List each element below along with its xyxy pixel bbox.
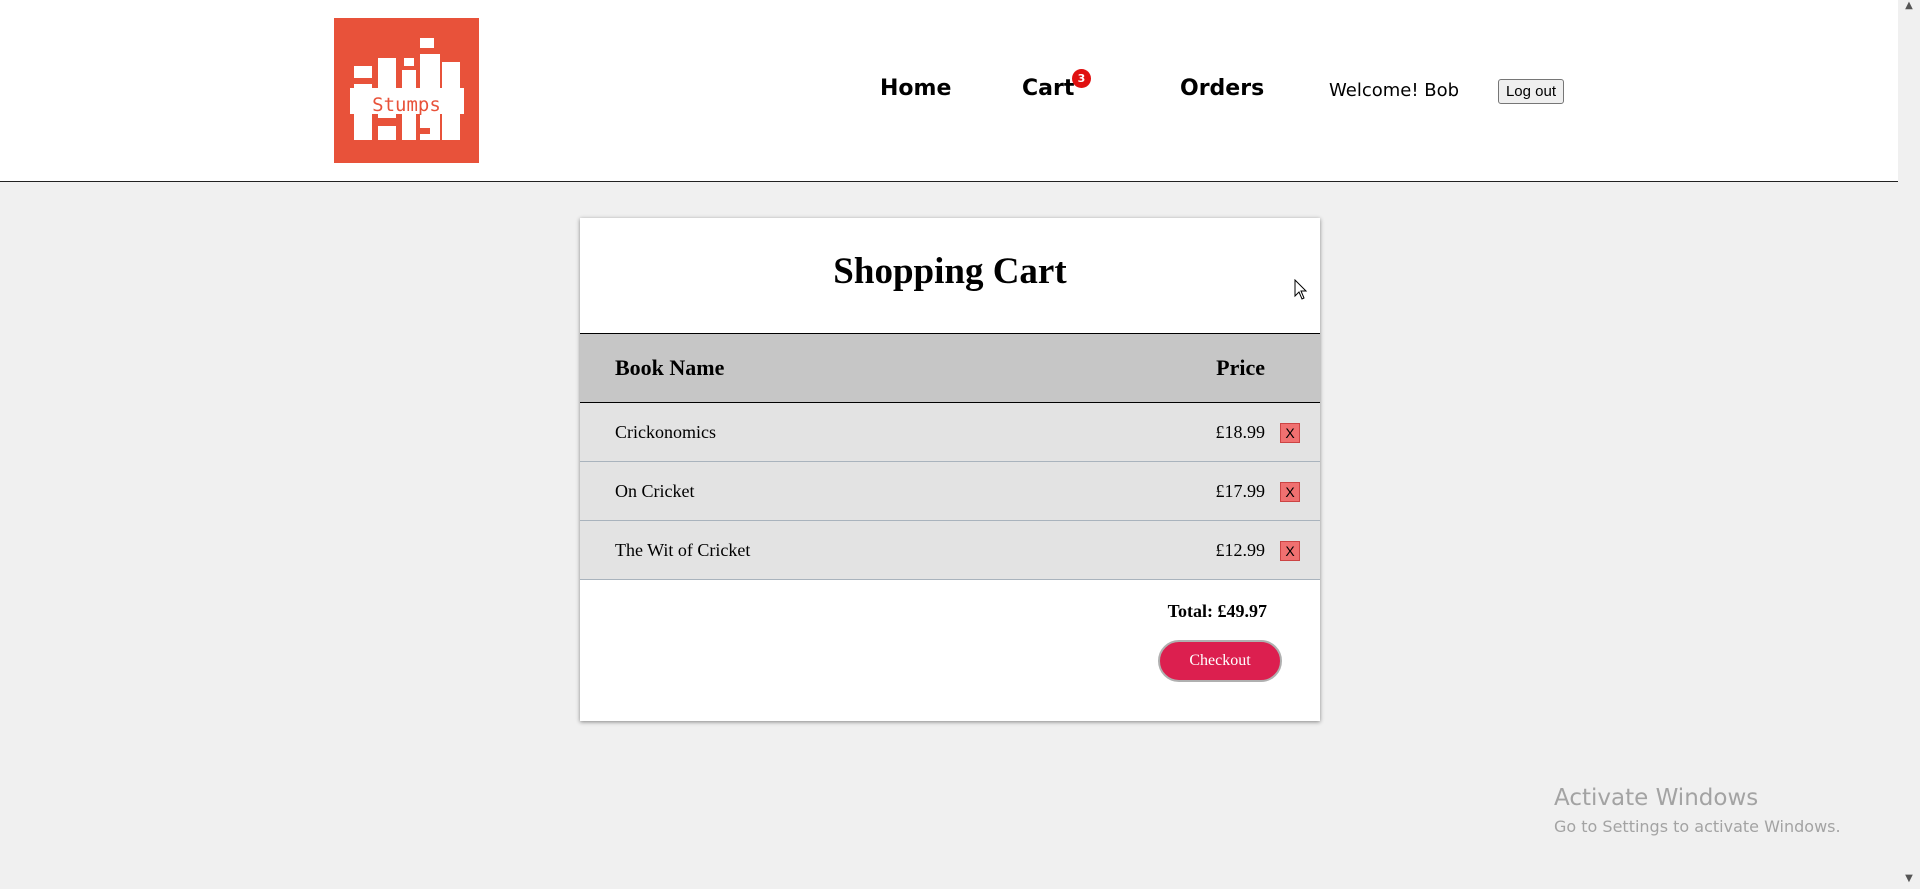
vertical-scrollbar[interactable]: ▲ ▼	[1898, 0, 1920, 889]
remove-item-button[interactable]: X	[1280, 423, 1300, 443]
watermark-subtitle: Go to Settings to activate Windows.	[1554, 817, 1841, 836]
book-price: £12.99	[1215, 540, 1266, 560]
stumps-logo[interactable]: Stumps	[334, 18, 479, 163]
table-row: On Cricket £17.99 X	[580, 462, 1320, 521]
remove-item-button[interactable]: X	[1280, 482, 1300, 502]
cart-table-header: Book Name Price	[580, 333, 1320, 403]
table-row: Crickonomics £18.99 X	[580, 403, 1320, 462]
site-header: Stumps Home Cart 3 Orders Welcome! Bob L…	[0, 0, 1898, 182]
shopping-cart-panel: Shopping Cart Book Name Price Crickonomi…	[580, 218, 1320, 721]
book-price: £17.99	[1215, 481, 1266, 501]
nav-home-link[interactable]: Home	[880, 76, 951, 101]
cart-title: Shopping Cart	[833, 251, 1067, 292]
book-price: £18.99	[1215, 422, 1266, 442]
remove-item-button[interactable]: X	[1280, 541, 1300, 561]
logo-text: Stumps	[372, 94, 441, 116]
book-name: On Cricket	[615, 481, 695, 501]
table-row: The Wit of Cricket £12.99 X	[580, 521, 1320, 580]
mouse-cursor-icon	[1294, 279, 1308, 300]
books-logo-icon	[350, 38, 464, 140]
nav-cart-link[interactable]: Cart	[1022, 76, 1074, 101]
cart-count-badge: 3	[1072, 69, 1091, 88]
checkout-button[interactable]: Checkout	[1158, 640, 1282, 682]
welcome-text: Welcome! Bob	[1329, 80, 1460, 101]
column-book-name: Book Name	[615, 355, 725, 380]
watermark-title: Activate Windows	[1554, 785, 1759, 811]
scroll-up-icon[interactable]: ▲	[1898, 0, 1920, 16]
column-price: Price	[1216, 355, 1265, 380]
logout-button[interactable]: Log out	[1498, 79, 1564, 104]
nav-orders-link[interactable]: Orders	[1180, 76, 1264, 101]
cart-total: Total: £49.97	[1167, 601, 1267, 621]
activate-windows-watermark: Activate Windows Go to Settings to activ…	[1554, 785, 1841, 836]
book-name: Crickonomics	[615, 422, 716, 442]
scroll-down-icon[interactable]: ▼	[1898, 873, 1920, 889]
book-name: The Wit of Cricket	[615, 540, 751, 560]
